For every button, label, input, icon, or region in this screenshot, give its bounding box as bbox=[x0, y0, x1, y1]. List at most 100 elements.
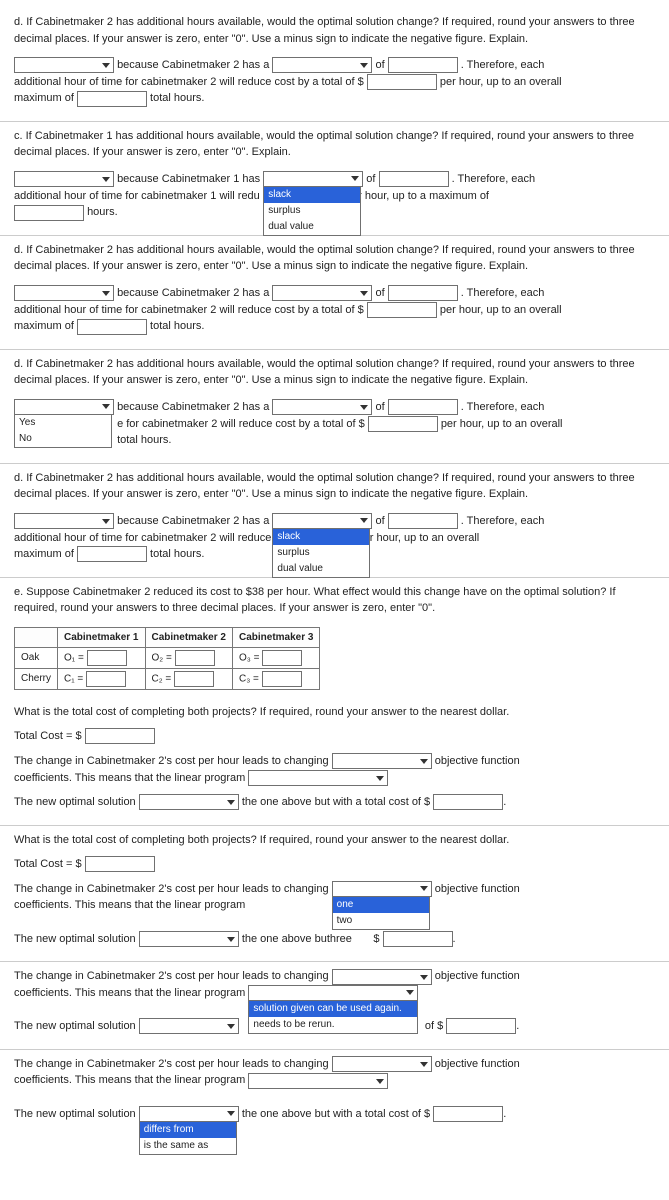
d2-select-slack[interactable] bbox=[272, 285, 372, 301]
b4-select-change[interactable] bbox=[332, 1056, 432, 1072]
c-slack-dropdown[interactable]: slack surplus dual value bbox=[263, 186, 361, 236]
text: total hours. bbox=[117, 434, 171, 446]
d4-input-value[interactable] bbox=[388, 513, 458, 529]
e-totalcost-input[interactable] bbox=[85, 728, 155, 744]
text: . Therefore, each bbox=[461, 515, 545, 527]
c-opt-surplus[interactable]: surplus bbox=[264, 203, 360, 219]
cell-c1-input[interactable] bbox=[86, 671, 126, 687]
b4-opt-differs[interactable]: differs from bbox=[140, 1122, 236, 1138]
cell-c1-label: C₁ = bbox=[64, 673, 83, 684]
th-cm3: Cabinetmaker 3 bbox=[232, 627, 319, 647]
b4-select-newsol[interactable]: differs from is the same as bbox=[139, 1106, 239, 1122]
text: because Cabinetmaker 1 has bbox=[117, 173, 260, 185]
text: of bbox=[366, 173, 375, 185]
text: The change in Cabinetmaker 2's cost per … bbox=[14, 755, 329, 767]
b3-select-change[interactable] bbox=[332, 969, 432, 985]
c-opt-slack[interactable]: slack bbox=[264, 187, 360, 203]
d3-input-value[interactable] bbox=[388, 399, 458, 415]
text: because Cabinetmaker 2 has a bbox=[117, 59, 269, 71]
b2-totalcost-input[interactable] bbox=[85, 856, 155, 872]
d2-input-value[interactable] bbox=[388, 285, 458, 301]
c-input-hours[interactable] bbox=[14, 205, 84, 221]
text: three bbox=[327, 933, 352, 945]
d3-opt-no[interactable]: No bbox=[15, 431, 111, 447]
text: total hours. bbox=[150, 548, 204, 560]
b2-input-newcost[interactable] bbox=[383, 931, 453, 947]
c-select-answer[interactable] bbox=[14, 171, 114, 187]
text: objective function bbox=[435, 1058, 520, 1070]
b3-program-dropdown[interactable]: solution given can be used again. needs … bbox=[248, 1000, 418, 1034]
b4-input-newcost[interactable] bbox=[433, 1106, 503, 1122]
b3-opt-rerun[interactable]: needs to be rerun. bbox=[249, 1017, 417, 1033]
d2-input-cost[interactable] bbox=[367, 302, 437, 318]
e-select-newsol[interactable] bbox=[139, 794, 239, 810]
b2-opt-two[interactable]: two bbox=[333, 913, 429, 929]
text: . Therefore, each bbox=[461, 59, 545, 71]
b3-input-newcost[interactable] bbox=[446, 1018, 516, 1034]
d4-opt-dualvalue[interactable]: dual value bbox=[273, 561, 369, 577]
c-input-value[interactable] bbox=[379, 171, 449, 187]
d4-select-answer[interactable] bbox=[14, 513, 114, 529]
b2-change-dropdown[interactable]: one two bbox=[332, 896, 430, 930]
d4-opt-slack[interactable]: slack bbox=[273, 529, 369, 545]
d2-input-max[interactable] bbox=[77, 319, 147, 335]
text: objective function bbox=[435, 883, 520, 895]
d1-input-cost[interactable] bbox=[367, 74, 437, 90]
e-select-program[interactable] bbox=[248, 770, 388, 786]
c-select-slack[interactable]: slack surplus dual value bbox=[263, 171, 363, 187]
text: maximum of bbox=[14, 92, 74, 104]
row-cherry-label: Cherry bbox=[15, 668, 58, 689]
b4-select-program[interactable] bbox=[248, 1073, 388, 1089]
e-input-newcost[interactable] bbox=[433, 794, 503, 810]
d3-yesno-dropdown[interactable]: Yes No bbox=[14, 414, 112, 448]
d3-select-slack[interactable] bbox=[272, 399, 372, 415]
text: objective function bbox=[435, 970, 520, 982]
question-d3-prompt: d. If Cabinetmaker 2 has additional hour… bbox=[14, 356, 655, 389]
d1-input-max[interactable] bbox=[77, 91, 147, 107]
b2-opt-one[interactable]: one bbox=[333, 897, 429, 913]
d4-select-slack[interactable]: slack surplus dual value bbox=[272, 513, 372, 529]
d4-slack-dropdown[interactable]: slack surplus dual value bbox=[272, 528, 370, 578]
b2-select-change[interactable]: one two bbox=[332, 881, 432, 897]
b4-opt-same[interactable]: is the same as bbox=[140, 1138, 236, 1154]
question-e-prompt: e. Suppose Cabinetmaker 2 reduced its co… bbox=[14, 584, 655, 617]
b2-select-newsol[interactable] bbox=[139, 931, 239, 947]
text: of bbox=[375, 515, 384, 527]
cell-c3-input[interactable] bbox=[262, 671, 302, 687]
d4-input-max[interactable] bbox=[77, 546, 147, 562]
b3-select-program[interactable]: solution given can be used again. needs … bbox=[248, 985, 418, 1001]
b4-newsol-dropdown[interactable]: differs from is the same as bbox=[139, 1121, 237, 1155]
text: The change in Cabinetmaker 2's cost per … bbox=[14, 883, 329, 895]
d1-select-slack[interactable] bbox=[272, 57, 372, 73]
b2-totalcost-question: What is the total cost of completing bot… bbox=[14, 832, 655, 849]
d4-opt-surplus[interactable]: surplus bbox=[273, 545, 369, 561]
text: per hour, up to an overall bbox=[440, 304, 562, 316]
b3-opt-reuse[interactable]: solution given can be used again. bbox=[249, 1001, 417, 1017]
text: per hour, up to an overall bbox=[358, 532, 480, 544]
d3-input-cost[interactable] bbox=[368, 416, 438, 432]
text: The change in Cabinetmaker 2's cost per … bbox=[14, 970, 329, 982]
row-oak-label: Oak bbox=[15, 647, 58, 668]
cell-o2-input[interactable] bbox=[175, 650, 215, 666]
text: per hour, up to a maximum of bbox=[346, 190, 489, 202]
d3-opt-yes[interactable]: Yes bbox=[15, 415, 111, 431]
d1-select-answer[interactable] bbox=[14, 57, 114, 73]
text: per hour, up to an overall bbox=[440, 76, 562, 88]
e-totalcost-label: Total Cost = $ bbox=[14, 730, 82, 742]
cell-c2-input[interactable] bbox=[174, 671, 214, 687]
d3-select-answer[interactable]: Yes No bbox=[14, 399, 114, 415]
cell-o1-input[interactable] bbox=[87, 650, 127, 666]
b3-select-newsol[interactable] bbox=[139, 1018, 239, 1034]
text: maximum of bbox=[14, 548, 74, 560]
text: coefficients. This means that the linear… bbox=[14, 899, 245, 911]
cell-c2-label: C₂ = bbox=[152, 673, 172, 684]
d2-select-answer[interactable] bbox=[14, 285, 114, 301]
text: of bbox=[375, 401, 384, 413]
cell-o3-input[interactable] bbox=[262, 650, 302, 666]
text: The new optimal solution bbox=[14, 796, 136, 808]
e-select-change[interactable] bbox=[332, 753, 432, 769]
d1-input-value[interactable] bbox=[388, 57, 458, 73]
th-cm1: Cabinetmaker 1 bbox=[58, 627, 145, 647]
cell-c3-label: C₃ = bbox=[239, 673, 259, 684]
c-opt-dualvalue[interactable]: dual value bbox=[264, 219, 360, 235]
